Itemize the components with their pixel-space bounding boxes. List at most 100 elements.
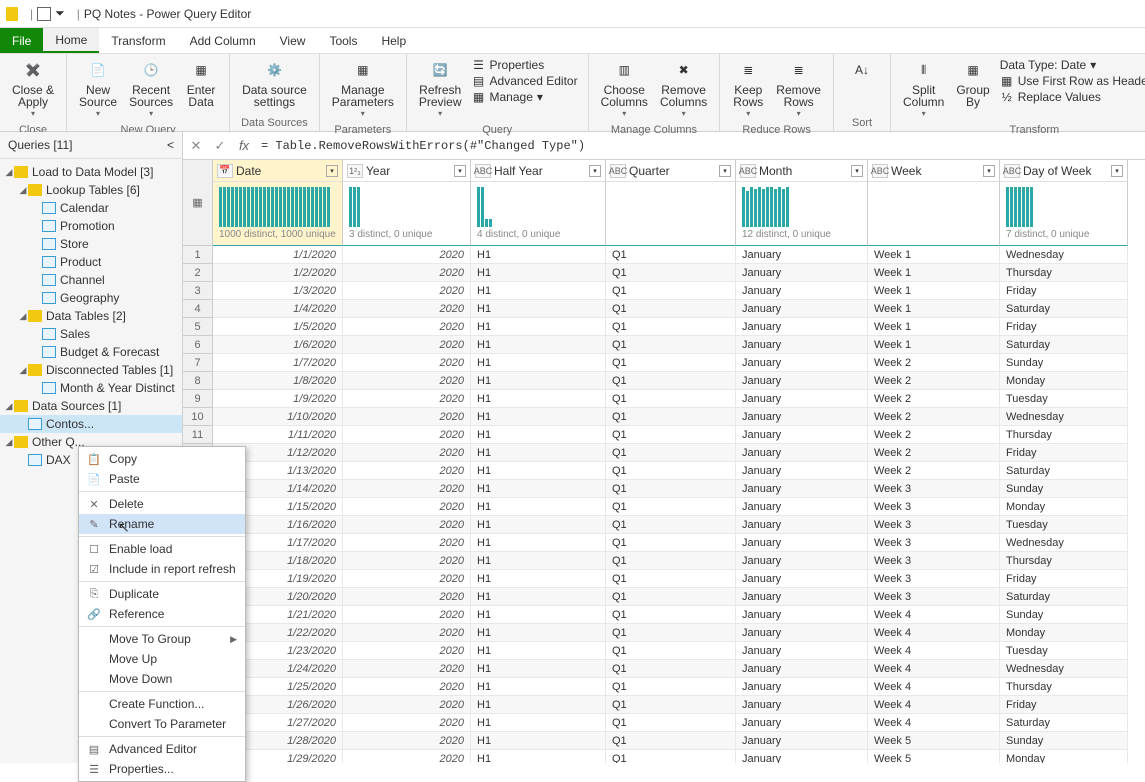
cell[interactable]: 2020 <box>343 498 471 516</box>
cell[interactable]: H1 <box>471 516 606 534</box>
cell[interactable]: H1 <box>471 336 606 354</box>
table-row[interactable]: 191/19/20202020H1Q1JanuaryWeek 3Friday <box>183 570 1145 588</box>
cell[interactable]: Sunday <box>1000 480 1128 498</box>
cell[interactable]: 1/6/2020 <box>213 336 343 354</box>
cell[interactable]: H1 <box>471 660 606 678</box>
cell[interactable]: 2020 <box>343 264 471 282</box>
cell[interactable]: 2020 <box>343 408 471 426</box>
cell[interactable]: Wednesday <box>1000 660 1128 678</box>
cell[interactable]: Week 3 <box>868 570 1000 588</box>
first-row-headers-button[interactable]: ▦Use First Row as Headers ▾ <box>1000 74 1145 88</box>
type-icon[interactable]: ABC <box>475 164 491 178</box>
cell[interactable]: 2020 <box>343 624 471 642</box>
type-icon[interactable]: ABC <box>1004 164 1020 178</box>
cell[interactable]: Q1 <box>606 696 736 714</box>
cell[interactable]: 2020 <box>343 300 471 318</box>
cell[interactable]: January <box>736 336 868 354</box>
table-row[interactable]: 51/5/20202020H1Q1JanuaryWeek 1Friday <box>183 318 1145 336</box>
cell[interactable]: Monday <box>1000 372 1128 390</box>
cell[interactable]: Saturday <box>1000 714 1128 732</box>
cell[interactable]: Saturday <box>1000 336 1128 354</box>
cell[interactable]: January <box>736 354 868 372</box>
cell[interactable]: Week 4 <box>868 624 1000 642</box>
cell[interactable]: Week 1 <box>868 300 1000 318</box>
save-icon[interactable] <box>37 7 51 21</box>
table-row[interactable]: 71/7/20202020H1Q1JanuaryWeek 2Sunday <box>183 354 1145 372</box>
cell[interactable]: Q1 <box>606 354 736 372</box>
cell[interactable]: Wednesday <box>1000 408 1128 426</box>
cell[interactable]: 1/5/2020 <box>213 318 343 336</box>
row-number[interactable]: 9 <box>183 390 213 408</box>
table-row[interactable]: 201/20/20202020H1Q1JanuaryWeek 3Saturday <box>183 588 1145 606</box>
cell[interactable]: 2020 <box>343 732 471 750</box>
cell[interactable]: January <box>736 642 868 660</box>
table-row[interactable]: 121/12/20202020H1Q1JanuaryWeek 2Friday <box>183 444 1145 462</box>
cell[interactable]: Wednesday <box>1000 534 1128 552</box>
cell[interactable]: Week 4 <box>868 660 1000 678</box>
cell[interactable]: Wednesday <box>1000 246 1128 264</box>
table-row[interactable]: 271/27/20202020H1Q1JanuaryWeek 4Saturday <box>183 714 1145 732</box>
cell[interactable]: H1 <box>471 498 606 516</box>
context-menu-item[interactable]: ✕Delete <box>79 494 245 514</box>
cell[interactable]: January <box>736 318 868 336</box>
cell[interactable]: H1 <box>471 282 606 300</box>
cell[interactable]: H1 <box>471 354 606 372</box>
cell[interactable]: 1/2/2020 <box>213 264 343 282</box>
cell[interactable]: January <box>736 750 868 763</box>
column-header[interactable]: ABCHalf Year▾ 4 distinct, 0 unique <box>471 160 606 246</box>
cell[interactable]: H1 <box>471 696 606 714</box>
cell[interactable]: 2020 <box>343 696 471 714</box>
filter-dropdown-icon[interactable]: ▾ <box>454 165 466 177</box>
table-row[interactable]: 31/3/20202020H1Q1JanuaryWeek 1Friday <box>183 282 1145 300</box>
cell[interactable]: January <box>736 624 868 642</box>
collapse-icon[interactable]: < <box>167 138 174 152</box>
cell[interactable]: Friday <box>1000 696 1128 714</box>
cell[interactable]: H1 <box>471 408 606 426</box>
cell[interactable]: H1 <box>471 588 606 606</box>
cell[interactable]: 1/3/2020 <box>213 282 343 300</box>
cell[interactable]: Week 1 <box>868 264 1000 282</box>
cell[interactable]: Q1 <box>606 732 736 750</box>
cell[interactable]: Q1 <box>606 516 736 534</box>
tree-query[interactable]: Channel <box>0 271 182 289</box>
table-row[interactable]: 261/26/20202020H1Q1JanuaryWeek 4Friday <box>183 696 1145 714</box>
cell[interactable]: Week 5 <box>868 750 1000 763</box>
cell[interactable]: January <box>736 372 868 390</box>
cell[interactable]: 1/7/2020 <box>213 354 343 372</box>
cell[interactable]: January <box>736 588 868 606</box>
data-grid[interactable]: ▦ 📅Date▾ 1000 distinct, 1000 unique 1²₃Y… <box>183 160 1145 763</box>
cell[interactable]: Week 5 <box>868 732 1000 750</box>
cell[interactable]: Q1 <box>606 498 736 516</box>
cell[interactable]: Week 3 <box>868 498 1000 516</box>
cell[interactable]: 1/4/2020 <box>213 300 343 318</box>
fx-icon[interactable]: fx <box>235 137 253 155</box>
table-row[interactable]: 101/10/20202020H1Q1JanuaryWeek 2Wednesda… <box>183 408 1145 426</box>
cell[interactable]: January <box>736 408 868 426</box>
cell[interactable]: Q1 <box>606 390 736 408</box>
choose-columns-button[interactable]: ▥Choose Columns▾ <box>597 56 652 122</box>
cell[interactable]: Week 1 <box>868 246 1000 264</box>
table-row[interactable]: 111/11/20202020H1Q1JanuaryWeek 2Thursday <box>183 426 1145 444</box>
cell[interactable]: Q1 <box>606 300 736 318</box>
cell[interactable]: Thursday <box>1000 426 1128 444</box>
cell[interactable]: 2020 <box>343 480 471 498</box>
type-icon[interactable]: ABC <box>740 164 756 178</box>
manage-button[interactable]: ▦Manage ▾ <box>472 90 578 104</box>
cell[interactable]: Saturday <box>1000 462 1128 480</box>
cell[interactable]: Q1 <box>606 444 736 462</box>
row-number[interactable]: 5 <box>183 318 213 336</box>
table-row[interactable]: 161/16/20202020H1Q1JanuaryWeek 3Tuesday <box>183 516 1145 534</box>
cell[interactable]: Q1 <box>606 462 736 480</box>
cell[interactable]: Q1 <box>606 426 736 444</box>
cell[interactable]: Week 2 <box>868 372 1000 390</box>
cell[interactable]: Tuesday <box>1000 516 1128 534</box>
tree-query[interactable]: Promotion <box>0 217 182 235</box>
cell[interactable]: 2020 <box>343 246 471 264</box>
accept-step-icon[interactable]: ✓ <box>211 137 229 155</box>
row-number[interactable]: 6 <box>183 336 213 354</box>
row-number[interactable]: 3 <box>183 282 213 300</box>
cell[interactable]: 2020 <box>343 372 471 390</box>
cell[interactable]: Q1 <box>606 588 736 606</box>
tree-folder[interactable]: ◢Disconnected Tables [1] <box>0 361 182 379</box>
cell[interactable]: H1 <box>471 678 606 696</box>
